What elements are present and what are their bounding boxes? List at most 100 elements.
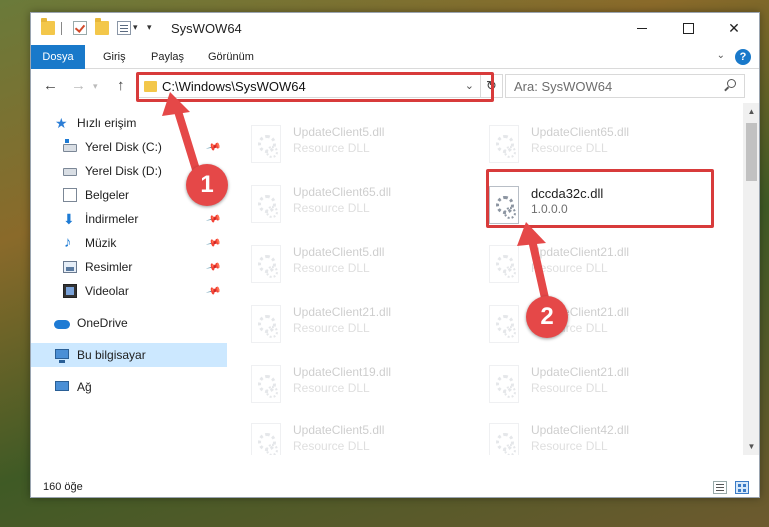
properties-check-icon[interactable] xyxy=(73,21,87,35)
sidebar-item-label: Yerel Disk (D:) xyxy=(85,164,162,178)
music-icon: ♪ xyxy=(64,234,72,251)
file-name: dccda32c.dll xyxy=(531,186,604,201)
details-view-icon[interactable] xyxy=(713,481,727,494)
list-item[interactable]: UpdateClient65.dll Resource DLL xyxy=(489,123,709,171)
sidebar-item-local-disk-c[interactable]: Yerel Disk (C:) 📌 xyxy=(31,135,227,159)
address-path[interactable]: C:\Windows\SysWOW64 xyxy=(162,79,306,94)
scroll-down-icon[interactable]: ▼ xyxy=(743,438,759,455)
expand-ribbon-icon[interactable]: ⌄ xyxy=(717,50,725,61)
pin-icon[interactable]: 📌 xyxy=(205,139,221,155)
scroll-up-icon[interactable]: ▲ xyxy=(743,103,759,120)
folder-icon xyxy=(41,18,55,35)
title-bar: ▾ ▾ SysWOW64 xyxy=(31,13,759,45)
list-item[interactable]: UpdateClient19.dll Resource DLL xyxy=(251,363,471,411)
downloads-icon: ⬇ xyxy=(63,211,75,227)
file-name: UpdateClient21.dll xyxy=(531,245,630,259)
file-type: Resource DLL xyxy=(293,321,370,335)
close-button[interactable] xyxy=(711,13,757,43)
drive-icon xyxy=(63,168,77,176)
list-item[interactable]: UpdateClient65.dll Resource DLL xyxy=(251,183,471,231)
divider xyxy=(61,22,62,35)
step-2-badge: 2 xyxy=(526,296,568,338)
refresh-icon[interactable]: ↻ xyxy=(480,75,502,97)
file-type: Resource DLL xyxy=(293,381,370,395)
quick-access-dropdown-icon[interactable]: ▾ xyxy=(147,22,152,33)
folder-icon xyxy=(144,81,157,92)
up-arrow-icon[interactable]: ↑ xyxy=(117,77,125,94)
videos-icon xyxy=(63,284,77,298)
file-name: UpdateClient19.dll xyxy=(293,365,392,379)
list-item[interactable]: UpdateClient21.dll Resource DLL xyxy=(489,303,709,351)
chevron-down-icon[interactable]: ⌄ xyxy=(465,79,474,92)
tab-home[interactable]: Giriş xyxy=(103,45,126,69)
sidebar-item-downloads[interactable]: ⬇ İndirmeler 📌 xyxy=(31,207,227,231)
dll-file-icon xyxy=(489,365,519,403)
list-item[interactable]: UpdateClient21.dll Resource DLL xyxy=(489,243,709,291)
file-type: Resource DLL xyxy=(531,381,608,395)
search-icon[interactable] xyxy=(727,79,736,88)
file-type: Resource DLL xyxy=(531,439,608,453)
file-type: Resource DLL xyxy=(293,141,370,155)
sidebar-item-quick-access[interactable]: ★ Hızlı erişim xyxy=(31,111,227,135)
sidebar-item-label: Hızlı erişim xyxy=(77,116,137,130)
file-name: UpdateClient65.dll xyxy=(293,185,392,199)
tab-file[interactable]: Dosya xyxy=(31,45,85,69)
sidebar-item-videos[interactable]: Videolar 📌 xyxy=(31,279,227,303)
tab-share[interactable]: Paylaş xyxy=(151,45,184,69)
dll-file-icon xyxy=(251,245,281,283)
sidebar-item-this-pc[interactable]: Bu bilgisayar xyxy=(31,343,227,367)
navigation-pane: ★ Hızlı erişim Yerel Disk (C:) 📌 Yerel D… xyxy=(31,103,227,455)
scrollbar-thumb[interactable] xyxy=(746,123,757,181)
list-item[interactable]: UpdateClient5.dll Resource DLL xyxy=(251,421,471,455)
sidebar-item-pictures[interactable]: Resimler 📌 xyxy=(31,255,227,279)
search-input[interactable] xyxy=(514,78,714,94)
dll-file-icon xyxy=(251,423,281,455)
large-icons-view-icon[interactable] xyxy=(735,481,749,494)
list-item[interactable]: UpdateClient5.dll Resource DLL xyxy=(251,123,471,171)
forward-arrow-icon[interactable]: → xyxy=(71,77,86,94)
minimize-button[interactable] xyxy=(619,13,665,43)
sidebar-item-label: Videolar xyxy=(85,284,129,298)
dll-file-icon xyxy=(489,305,519,343)
ribbon-tabs: Dosya Giriş Paylaş Görünüm ⌄ ? xyxy=(31,45,759,69)
customize-icon[interactable] xyxy=(117,21,131,35)
star-icon: ★ xyxy=(55,115,68,131)
vertical-scrollbar[interactable]: ▲ ▼ xyxy=(743,103,759,455)
step-1-badge: 1 xyxy=(186,164,228,206)
pin-icon[interactable]: 📌 xyxy=(205,211,221,227)
file-name: UpdateClient42.dll xyxy=(531,423,630,437)
sidebar-item-music[interactable]: ♪ Müzik 📌 xyxy=(31,231,227,255)
file-type: Resource DLL xyxy=(293,261,370,275)
pin-icon[interactable]: 📌 xyxy=(205,235,221,251)
list-item[interactable]: UpdateClient42.dll Resource DLL xyxy=(489,421,709,455)
list-item[interactable]: UpdateClient21.dll Resource DLL xyxy=(489,363,709,411)
maximize-button[interactable] xyxy=(665,13,711,43)
pin-icon[interactable]: 📌 xyxy=(205,283,221,299)
back-arrow-icon[interactable]: ← xyxy=(43,77,58,94)
list-item[interactable]: UpdateClient5.dll Resource DLL xyxy=(251,243,471,291)
search-box[interactable] xyxy=(505,74,745,98)
recent-locations-icon[interactable]: ▾ xyxy=(93,81,98,92)
tab-view[interactable]: Görünüm xyxy=(208,45,254,69)
sidebar-item-network[interactable]: Ağ xyxy=(31,375,227,399)
dll-file-icon xyxy=(489,423,519,455)
new-folder-icon[interactable] xyxy=(95,18,109,35)
list-item-highlighted[interactable]: dccda32c.dll 1.0.0.0 xyxy=(489,184,709,232)
sidebar-item-label: Müzik xyxy=(85,236,117,250)
pin-icon[interactable]: 📌 xyxy=(205,259,221,275)
file-type: Resource DLL xyxy=(293,439,370,453)
window-title: SysWOW64 xyxy=(171,21,242,36)
cloud-icon xyxy=(54,320,70,329)
address-bar[interactable]: C:\Windows\SysWOW64 ⌄ ↻ xyxy=(137,74,503,98)
sidebar-item-label: Belgeler xyxy=(85,188,130,202)
file-type: Resource DLL xyxy=(293,201,370,215)
sidebar-item-onedrive[interactable]: OneDrive xyxy=(31,311,227,335)
file-name: UpdateClient65.dll xyxy=(531,125,630,139)
file-list: UpdateClient5.dll Resource DLL UpdateCli… xyxy=(227,103,743,455)
chevron-down-icon[interactable]: ▾ xyxy=(133,22,138,33)
help-icon[interactable]: ? xyxy=(735,49,751,65)
file-name: UpdateClient5.dll xyxy=(293,125,385,139)
computer-icon xyxy=(55,349,69,363)
navigation-bar: ← → ▾ ↑ C:\Windows\SysWOW64 ⌄ ↻ xyxy=(31,69,759,103)
list-item[interactable]: UpdateClient21.dll Resource DLL xyxy=(251,303,471,351)
